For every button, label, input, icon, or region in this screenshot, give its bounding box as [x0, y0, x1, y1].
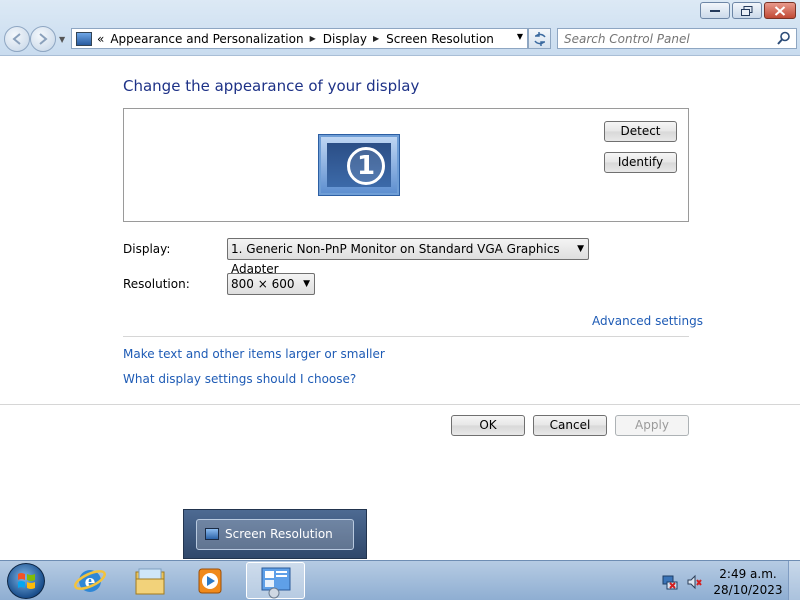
clock-time: 2:49 a.m.: [719, 567, 777, 581]
internet-explorer-icon[interactable]: e: [70, 564, 110, 598]
control-panel-icon: [261, 567, 291, 599]
page-title: Change the appearance of your display: [123, 77, 420, 95]
resolution-select-value: 800 × 600: [231, 277, 295, 291]
breadcrumb-appearance[interactable]: Appearance and Personalization: [110, 32, 303, 46]
breadcrumb-separator-icon[interactable]: ▶: [310, 34, 316, 43]
screen-resolution-icon: [205, 528, 219, 540]
refresh-icon: [533, 32, 546, 46]
restore-button[interactable]: [732, 2, 762, 19]
start-orb-icon[interactable]: [7, 563, 45, 599]
breadcrumb-separator-icon[interactable]: ▶: [373, 34, 379, 43]
windows-explorer-icon[interactable]: [130, 564, 170, 598]
search-icon[interactable]: [777, 31, 791, 45]
recent-pages-dropdown-icon[interactable]: ▼: [59, 35, 65, 44]
refresh-button[interactable]: [528, 28, 551, 49]
search-box[interactable]: [557, 28, 797, 49]
taskbar-preview-popup: Screen Resolution: [183, 509, 367, 559]
arrow-right-icon: [39, 33, 48, 45]
minimize-button[interactable]: [700, 2, 730, 19]
monitor-screen: 1: [327, 143, 391, 187]
larger-text-link[interactable]: Make text and other items larger or smal…: [123, 347, 385, 361]
address-overflow[interactable]: «: [97, 32, 104, 46]
breadcrumb-screen-resolution[interactable]: Screen Resolution: [386, 32, 494, 46]
back-button[interactable]: [4, 26, 30, 52]
show-desktop-button[interactable]: [788, 561, 800, 600]
arrow-left-icon: [12, 33, 21, 45]
breadcrumb-display[interactable]: Display: [323, 32, 367, 46]
display-select-value: 1. Generic Non-PnP Monitor on Standard V…: [231, 242, 560, 276]
volume-muted-icon[interactable]: [686, 574, 702, 590]
window-chrome: ▼ « Appearance and Personalization ▶ Dis…: [0, 0, 800, 56]
display-label: Display:: [123, 242, 171, 256]
window-controls: [698, 2, 796, 19]
divider: [123, 336, 689, 337]
advanced-settings-link[interactable]: Advanced settings: [592, 314, 703, 328]
detect-button[interactable]: Detect: [604, 121, 677, 142]
system-clock[interactable]: 2:49 a.m. 28/10/2023: [712, 566, 784, 598]
taskbar-preview-item[interactable]: Screen Resolution: [196, 519, 354, 550]
close-icon: [774, 5, 786, 16]
cancel-button[interactable]: Cancel: [533, 415, 607, 436]
resolution-label: Resolution:: [123, 277, 190, 291]
clock-date: 28/10/2023: [713, 583, 783, 597]
resolution-select[interactable]: 800 × 600 ▼: [227, 273, 315, 295]
address-dropdown-icon[interactable]: ▼: [517, 32, 523, 41]
restore-icon: [741, 5, 753, 16]
chevron-down-icon: ▼: [577, 244, 584, 254]
taskbar: e 2:49 a.m. 28/10/2023: [0, 560, 800, 600]
display-select[interactable]: 1. Generic Non-PnP Monitor on Standard V…: [227, 238, 589, 276]
minimize-icon: [710, 9, 720, 12]
display-help-link[interactable]: What display settings should I choose?: [123, 372, 356, 386]
apply-button[interactable]: Apply: [615, 415, 689, 436]
close-button[interactable]: [764, 2, 796, 19]
chevron-down-icon: ▼: [303, 279, 310, 289]
media-player-icon[interactable]: [190, 564, 230, 598]
monitor-1-icon[interactable]: 1: [319, 135, 399, 195]
address-bar[interactable]: « Appearance and Personalization ▶ Displ…: [71, 28, 528, 49]
monitor-arrangement-panel: 1 Detect Identify: [123, 108, 689, 222]
network-icon[interactable]: [662, 574, 678, 590]
identify-button[interactable]: Identify: [604, 152, 677, 173]
windows-logo-icon: [18, 573, 35, 589]
control-panel-icon: [76, 31, 92, 46]
taskbar-preview-title: Screen Resolution: [225, 527, 333, 541]
forward-button[interactable]: [30, 26, 56, 52]
monitor-number: 1: [347, 147, 385, 185]
taskbar-item-control-panel[interactable]: [246, 562, 305, 599]
search-input[interactable]: [558, 29, 768, 48]
ok-button[interactable]: OK: [451, 415, 525, 436]
divider: [0, 404, 800, 405]
